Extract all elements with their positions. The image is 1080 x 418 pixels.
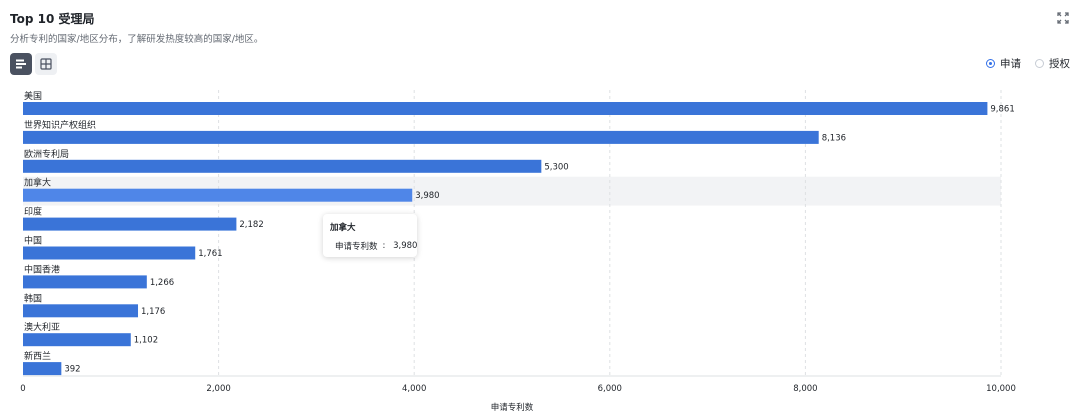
tooltip-value: 3,980 xyxy=(393,241,418,251)
category-label: 新西兰 xyxy=(24,350,51,362)
x-tick-label: 10,000 xyxy=(986,384,1016,394)
category-label: 美国 xyxy=(24,90,42,102)
category-label: 欧洲专利局 xyxy=(24,148,69,160)
bar xyxy=(23,246,196,260)
x-tick-label: 0 xyxy=(20,384,25,394)
bar xyxy=(23,130,819,144)
value-label: 1,266 xyxy=(150,278,174,288)
category-label: 世界知识产权组织 xyxy=(24,119,96,131)
value-label: 1,176 xyxy=(141,307,165,317)
category-label: 澳大利亚 xyxy=(24,321,60,333)
bar xyxy=(23,333,131,347)
value-label: 392 xyxy=(64,365,80,375)
category-label: 中国香港 xyxy=(24,263,60,275)
value-label: 1,761 xyxy=(198,249,222,259)
x-tick-label: 6,000 xyxy=(598,384,622,394)
value-label: 8,136 xyxy=(822,133,846,143)
x-tick-label: 8,000 xyxy=(793,384,817,394)
x-axis-title: 申请专利数 xyxy=(491,402,534,413)
bar xyxy=(23,188,413,202)
bar-chart: 美国 9,861 世界知识产权组织 8,136 欧洲专利局 5,300 加拿大 3,980 印度… xyxy=(20,90,1016,413)
bar xyxy=(23,275,147,289)
value-label: 9,861 xyxy=(990,105,1014,115)
bar xyxy=(23,217,237,231)
value-label: 2,182 xyxy=(239,220,263,230)
bar xyxy=(23,102,988,115)
category-label: 中国 xyxy=(24,235,42,247)
tooltip-separator: : xyxy=(382,241,389,251)
value-label: 3,980 xyxy=(415,191,439,201)
category-label: 韩国 xyxy=(24,292,42,304)
tooltip-row: 申请专利数: 3,980 xyxy=(330,240,417,252)
bar xyxy=(23,362,62,376)
x-tick-label: 2,000 xyxy=(206,384,230,394)
tooltip-series-label: 申请专利数 xyxy=(335,242,378,252)
chart-tooltip: 加拿大 申请专利数: 3,980 xyxy=(323,214,417,257)
value-label: 1,102 xyxy=(134,336,158,346)
tooltip-title: 加拿大 xyxy=(330,223,356,233)
bar xyxy=(23,304,139,318)
bar xyxy=(23,159,542,173)
x-tick-label: 4,000 xyxy=(402,384,426,394)
category-label: 印度 xyxy=(24,206,42,218)
category-label: 加拿大 xyxy=(24,177,51,189)
value-label: 5,300 xyxy=(544,162,568,172)
